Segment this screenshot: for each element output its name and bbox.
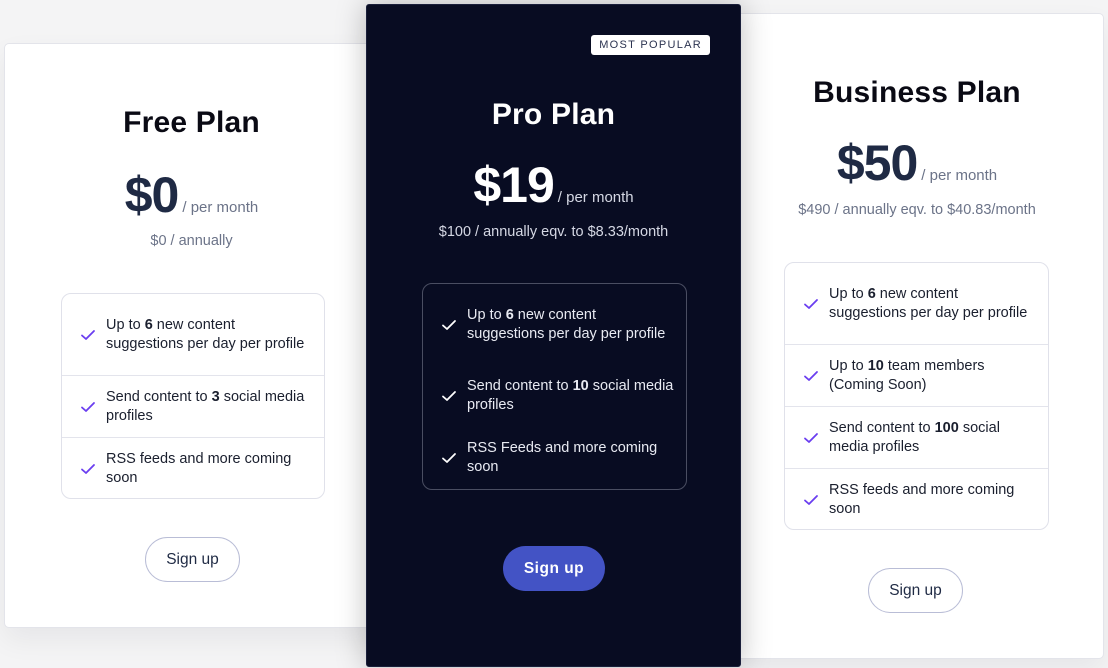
price-period: / per month — [921, 167, 998, 184]
plan-title: Pro Plan — [491, 98, 616, 131]
pro-signup-button[interactable]: Sign up — [503, 546, 605, 591]
free-plan-card: Free Plan $0 / per month $0 / annually U… — [4, 43, 379, 628]
check-icon — [804, 370, 818, 381]
feature-item: RSS feeds and more coming soon — [62, 437, 324, 499]
check-icon — [442, 319, 456, 330]
feature-text: Send content to 3 social media profiles — [106, 388, 305, 424]
feature-item: Send content to 100 social media profile… — [785, 406, 1048, 468]
feature-text: Up to 6 new content suggestions per day … — [467, 306, 666, 342]
check-icon — [81, 329, 95, 340]
plan-title: Business Plan — [813, 76, 1021, 109]
feature-text: Up to 6 new content suggestions per day … — [829, 285, 1028, 321]
price-period: / per month — [182, 199, 259, 216]
annual-price: $0 / annually — [150, 233, 233, 249]
feature-text: RSS feeds and more coming soon — [106, 450, 292, 486]
business-plan-card: Business Plan $50 / per month $490 / ann… — [730, 13, 1104, 659]
check-icon — [81, 463, 95, 474]
feature-text: Up to 6 new content suggestions per day … — [106, 316, 305, 352]
feature-item: Up to 10 team members (Coming Soon) — [785, 344, 1048, 406]
price: $50 — [836, 135, 918, 191]
check-icon — [442, 453, 456, 463]
feature-text: RSS feeds and more coming soon — [829, 481, 1015, 517]
price-row: $50 / per month — [731, 134, 1103, 192]
check-icon — [804, 494, 818, 505]
feature-item: Up to 6 new content suggestions per day … — [785, 263, 1048, 344]
feature-text: Send content to 10 social media profiles — [467, 378, 674, 413]
price-period: / per month — [557, 189, 634, 206]
feature-item: Send content to 10 social media profiles — [423, 365, 686, 427]
feature-number: 3 — [211, 388, 220, 405]
plan-title: Free Plan — [123, 106, 260, 139]
feature-number: 6 — [505, 306, 514, 323]
free-signup-button[interactable]: Sign up — [145, 537, 240, 582]
check-icon — [804, 298, 818, 309]
annual-price: $490 / annually eqv. to $40.83/month — [798, 202, 1036, 218]
feature-item: RSS Feeds and more coming soon — [423, 427, 686, 489]
feature-list: Up to 6 new content suggestions per day … — [784, 262, 1049, 530]
feature-text: RSS Feeds and more coming soon — [467, 440, 658, 475]
pro-plan-card: MOST POPULAR Pro Plan $19 / per month $1… — [366, 4, 741, 667]
check-icon — [442, 391, 456, 401]
feature-text: Send content to 100 social media profile… — [829, 419, 1000, 455]
feature-item: Up to 6 new content suggestions per day … — [62, 294, 324, 375]
feature-number: 100 — [934, 419, 959, 436]
feature-list: Up to 6 new content suggestions per day … — [61, 293, 325, 499]
annual-price: $100 / annually eqv. to $8.33/month — [438, 224, 669, 240]
feature-number: 10 — [572, 378, 589, 394]
feature-number: 6 — [867, 285, 876, 302]
feature-item: RSS feeds and more coming soon — [785, 468, 1048, 530]
most-popular-badge: MOST POPULAR — [591, 35, 710, 55]
check-icon — [81, 401, 95, 412]
feature-list: Up to 6 new content suggestions per day … — [422, 283, 687, 490]
price-row: $19 / per month — [367, 156, 740, 214]
feature-item: Send content to 3 social media profiles — [62, 375, 324, 437]
price-row: $0 / per month — [5, 166, 378, 224]
check-icon — [804, 432, 818, 443]
feature-number: 10 — [867, 357, 884, 374]
price: $19 — [473, 157, 554, 213]
price: $0 — [124, 167, 180, 223]
feature-item: Up to 6 new content suggestions per day … — [423, 284, 686, 365]
feature-text: Up to 10 team members (Coming Soon) — [829, 357, 985, 393]
feature-number: 6 — [144, 316, 153, 333]
business-signup-button[interactable]: Sign up — [868, 568, 963, 613]
